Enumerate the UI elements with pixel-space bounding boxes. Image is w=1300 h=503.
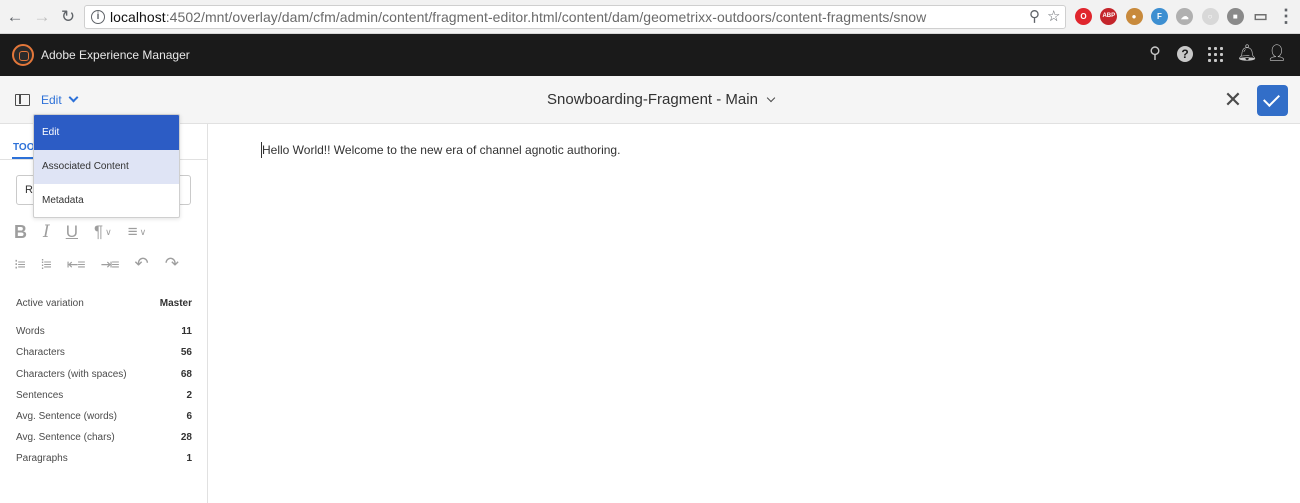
search-icon[interactable]: ⚲	[1144, 43, 1166, 65]
cloud-extension-icon[interactable]: ☁	[1176, 8, 1194, 25]
stat-value: Master	[159, 298, 192, 309]
menu-item-metadata[interactable]: Metadata	[34, 184, 179, 217]
italic-icon[interactable]: I	[43, 222, 50, 242]
rte-toolbar-row-2: ⁝≡ ⁞≡ ⇤≡ ⇥≡ ↶ ↷	[14, 254, 195, 274]
stat-row: Paragraphs 1	[16, 452, 192, 466]
bookmark-star-icon[interactable]: ☆	[1047, 8, 1060, 26]
stat-value: 11	[181, 326, 192, 337]
stat-label: Avg. Sentence (chars)	[16, 432, 115, 443]
stat-label: Active variation	[16, 298, 84, 309]
done-checkmark-button[interactable]	[1257, 85, 1288, 116]
menu-item-edit[interactable]: Edit	[34, 115, 179, 150]
tab-tools[interactable]: TOO	[13, 141, 34, 155]
paragraph-icon[interactable]: ¶ ∨	[94, 222, 112, 243]
fragment-title-text: Snowboarding-Fragment - Main	[547, 91, 758, 108]
stat-label: Sentences	[16, 390, 64, 401]
stat-label: Words	[16, 326, 45, 337]
square-extension-icon[interactable]: ■	[1226, 8, 1244, 25]
url-host: localhost	[110, 9, 166, 25]
bulleted-list-icon[interactable]: ⁝≡	[14, 254, 26, 274]
app-title[interactable]: Adobe Experience Manager	[41, 47, 190, 63]
help-icon[interactable]: ?	[1177, 46, 1193, 62]
stat-row: Characters 56	[16, 346, 192, 360]
stat-row: Characters (with spaces) 68	[16, 368, 192, 382]
opera-extension-icon[interactable]: O	[1075, 8, 1092, 25]
redo-icon[interactable]: ↷	[165, 254, 179, 274]
aem-shell-header: Adobe Experience Manager ⚲ ? 🔔︎ 👤︎	[0, 34, 1300, 76]
bold-icon[interactable]: B	[14, 222, 27, 242]
stat-value: 6	[186, 411, 192, 422]
zoom-icon[interactable]: ⚲	[1029, 8, 1040, 26]
site-info-icon[interactable]: i	[91, 10, 105, 24]
undo-icon[interactable]: ↶	[135, 254, 149, 274]
browser-toolbar: ← → ↻ i localhost:4502/mnt/overlay/dam/c…	[0, 0, 1300, 34]
reload-icon[interactable]: ↻	[58, 7, 78, 27]
stat-label: Characters (with spaces)	[16, 369, 127, 380]
adblock-plus-icon[interactable]: ABP	[1100, 8, 1118, 25]
stat-row: Words 11	[16, 325, 192, 339]
stat-value: 2	[186, 390, 192, 401]
underline-icon[interactable]: U	[66, 222, 78, 242]
editor-action-bar: Edit Snowboarding-Fragment - Main ✕	[0, 76, 1300, 124]
cookie-icon[interactable]: ●	[1125, 8, 1143, 25]
mode-dropdown-menu: Edit Associated Content Metadata	[33, 114, 180, 218]
rte-toolbar-row-1: B I U ¶ ∨ ≡ ∨	[14, 222, 162, 242]
url-path: :4502/mnt/overlay/dam/cfm/admin/content/…	[165, 9, 927, 25]
close-icon[interactable]: ✕	[1222, 89, 1244, 111]
stat-value: 56	[180, 347, 192, 358]
stat-value: 1	[186, 453, 192, 464]
stat-value: 68	[180, 369, 192, 380]
stat-value: 28	[180, 432, 192, 443]
stat-label: Paragraphs	[16, 453, 68, 464]
user-profile-icon[interactable]: 👤︎	[1266, 43, 1288, 65]
fragment-title[interactable]: Snowboarding-Fragment - Main	[547, 90, 776, 110]
stat-row: Avg. Sentence (chars) 28	[16, 431, 192, 445]
circle-extension-icon[interactable]: ○	[1201, 8, 1219, 25]
aem-logo-icon[interactable]	[12, 44, 34, 66]
indent-icon[interactable]: ⇥≡	[101, 254, 120, 274]
mode-select[interactable]: Edit	[41, 91, 79, 109]
notifications-bell-icon[interactable]: 🔔︎	[1236, 43, 1258, 65]
browser-menu-icon[interactable]: ⋮	[1277, 6, 1295, 26]
back-arrow-icon[interactable]: ←	[5, 7, 25, 27]
outdent-icon[interactable]: ⇤≡	[67, 254, 86, 274]
solutions-grid-icon[interactable]	[1208, 47, 1223, 62]
cast-icon[interactable]: ▭	[1252, 8, 1269, 25]
stat-row: Avg. Sentence (words) 6	[16, 410, 192, 424]
stat-row: Sentences 2	[16, 389, 192, 403]
chevron-down-icon	[68, 92, 79, 103]
f-extension-icon[interactable]: F	[1150, 8, 1168, 25]
align-icon[interactable]: ≡ ∨	[128, 222, 147, 243]
address-bar[interactable]: i localhost:4502/mnt/overlay/dam/cfm/adm…	[84, 5, 1066, 29]
editor-content[interactable]: Hello World!! Welcome to the new era of …	[262, 142, 620, 158]
forward-arrow-icon[interactable]: →	[32, 7, 52, 27]
url-text[interactable]: localhost:4502/mnt/overlay/dam/cfm/admin…	[110, 9, 926, 26]
stat-label: Characters	[16, 347, 65, 358]
menu-item-associated-content[interactable]: Associated Content	[34, 150, 179, 184]
side-panel-toggle-icon[interactable]	[15, 94, 30, 106]
mode-select-label: Edit	[41, 93, 62, 107]
chevron-down-icon	[766, 93, 776, 103]
stat-label: Avg. Sentence (words)	[16, 411, 117, 422]
stat-row: Active variation Master	[16, 297, 192, 311]
numbered-list-icon[interactable]: ⁞≡	[41, 254, 52, 274]
